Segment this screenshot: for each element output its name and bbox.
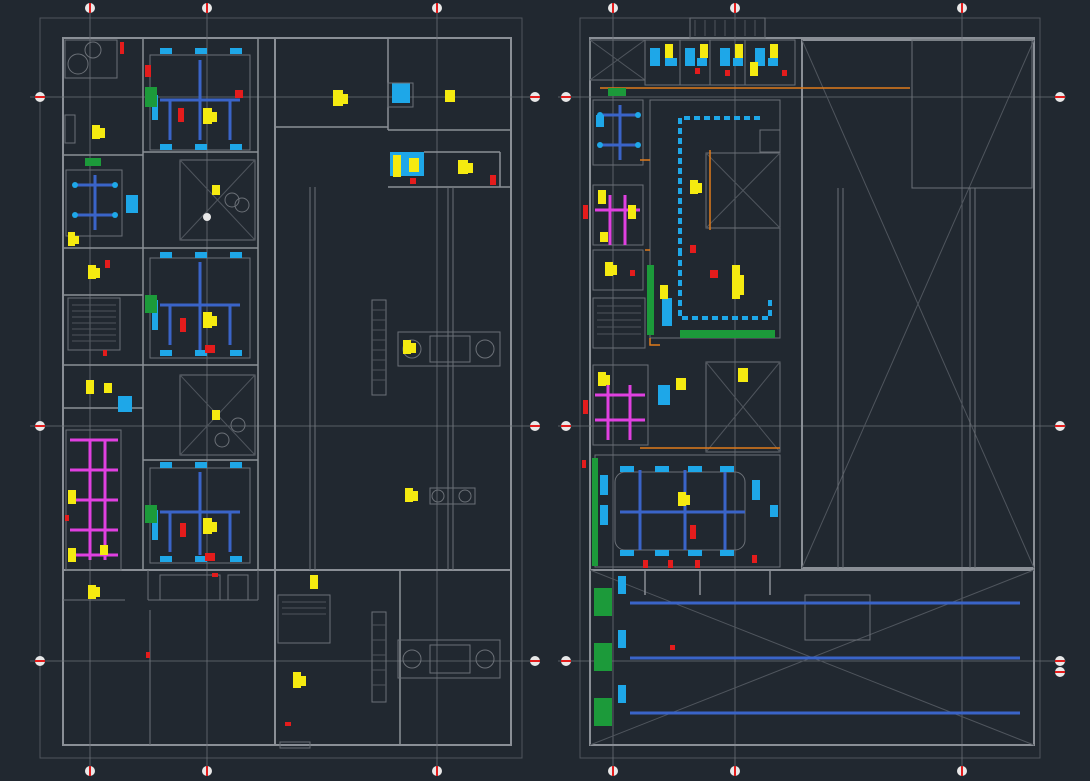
grid-axis-marker-icon bbox=[608, 3, 618, 13]
grid-axis-marker-icon bbox=[432, 766, 442, 776]
grid-axis-marker-icon bbox=[202, 766, 212, 776]
grid-axis-marker-icon bbox=[957, 3, 967, 13]
grid-axis-marker-icon bbox=[85, 3, 95, 13]
grid-axis-marker-icon bbox=[35, 656, 45, 666]
stair-icon bbox=[67, 297, 121, 351]
grid-axis-marker-icon bbox=[530, 421, 540, 431]
left-drawing-border bbox=[39, 17, 523, 759]
grid-axis-marker-icon bbox=[85, 766, 95, 776]
fan-icon bbox=[230, 417, 246, 433]
grid-axis-marker-icon bbox=[1055, 92, 1065, 102]
right-ahu-room bbox=[592, 454, 781, 568]
left-outer-wall bbox=[62, 37, 512, 746]
left-rooftop-units bbox=[64, 39, 124, 144]
grid-axis-marker-icon bbox=[1055, 421, 1065, 431]
left-toilet-block bbox=[65, 429, 122, 599]
left-ahu-room-2 bbox=[145, 252, 251, 359]
grid-axis-marker-icon bbox=[561, 421, 571, 431]
left-floor-plan bbox=[30, 3, 540, 776]
left-fan-room-2 bbox=[179, 374, 256, 456]
grid-axis-marker-icon bbox=[203, 213, 211, 221]
cold-room-duct-2 bbox=[594, 630, 1020, 671]
right-hvac-plan bbox=[558, 3, 1066, 776]
right-drawing-border bbox=[579, 17, 1041, 759]
grid-axis-marker-icon bbox=[432, 3, 442, 13]
grid-axis-marker-icon bbox=[561, 656, 571, 666]
supply-duct-loop bbox=[678, 116, 772, 320]
fan-icon bbox=[84, 41, 102, 59]
grid-axis-marker-icon bbox=[530, 92, 540, 102]
grid-axis-marker-icon bbox=[35, 92, 45, 102]
grid-axis-marker-icon bbox=[1055, 667, 1065, 677]
left-warehouse bbox=[146, 82, 501, 749]
left-partitions bbox=[63, 38, 511, 745]
left-west-rooms bbox=[65, 158, 138, 412]
grid-axis-marker-icon bbox=[530, 656, 540, 666]
stair-icon bbox=[592, 297, 646, 349]
grid-axis-marker-icon bbox=[35, 421, 45, 431]
fan-icon bbox=[67, 53, 89, 75]
forklift-truck-icon bbox=[397, 639, 501, 679]
left-ahu-room-1 bbox=[145, 48, 251, 151]
right-top-rooms bbox=[589, 17, 910, 89]
grid-axis-marker-icon bbox=[202, 3, 212, 13]
cad-drawing-canvas bbox=[30, 3, 1066, 776]
right-west-rooms bbox=[582, 88, 686, 468]
right-storage-hall bbox=[801, 39, 1035, 569]
grid-axis-marker-icon bbox=[957, 766, 967, 776]
grid-axis-marker-icon bbox=[1055, 656, 1065, 666]
left-ahu-room-3 bbox=[145, 462, 251, 564]
cold-room-duct-3 bbox=[594, 685, 1020, 726]
right-cold-room bbox=[589, 569, 1035, 746]
stair-icon bbox=[277, 594, 331, 644]
grid-axis-marker-icon bbox=[608, 766, 618, 776]
grid-axis-marker-icon bbox=[561, 92, 571, 102]
fan-icon bbox=[214, 432, 230, 448]
cold-room-duct-1 bbox=[594, 576, 1020, 616]
grid-axis-marker-icon bbox=[730, 766, 740, 776]
right-outer-wall bbox=[589, 37, 1035, 746]
left-fan-room-1 bbox=[179, 159, 256, 241]
right-axis-markers bbox=[561, 3, 1065, 776]
grid-axis-marker-icon bbox=[730, 3, 740, 13]
